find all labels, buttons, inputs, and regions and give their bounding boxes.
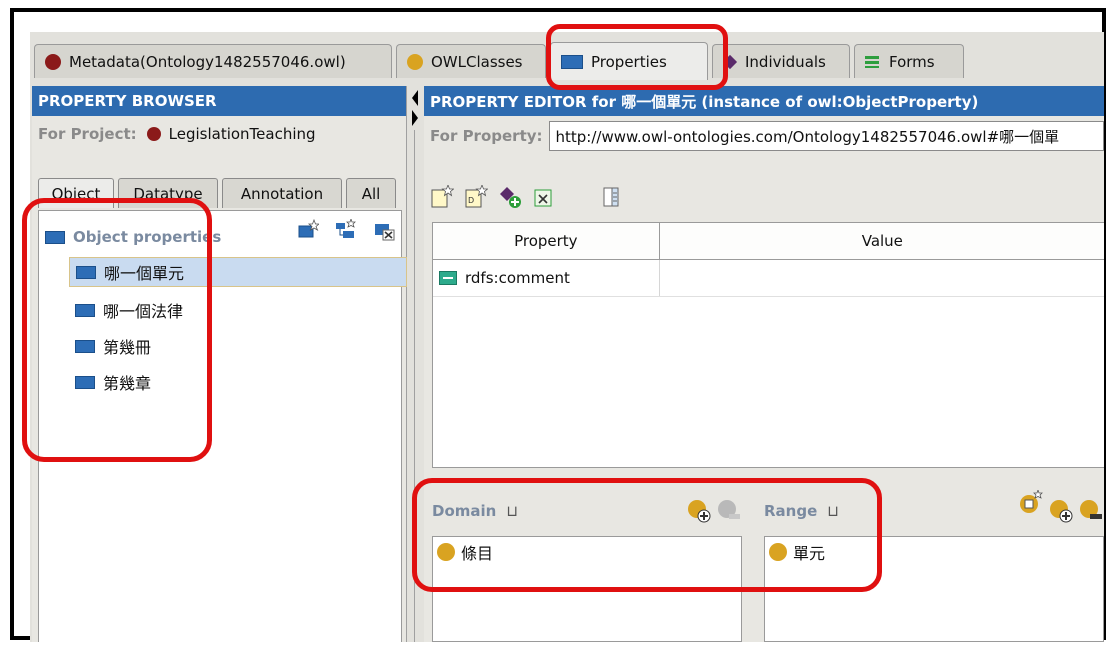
table-row[interactable]: rdfs:comment xyxy=(433,260,1104,297)
create-range-class-icon[interactable] xyxy=(1018,488,1044,520)
create-property-icon[interactable] xyxy=(297,218,321,241)
property-value-table: Property Value rdfs:comment xyxy=(432,222,1104,468)
row-property-name: rdfs:comment xyxy=(465,269,570,287)
subtab-annotation-label: Annotation xyxy=(240,184,324,203)
table-cell-value[interactable] xyxy=(660,260,1104,296)
project-icon xyxy=(146,127,161,141)
table-cell-property: rdfs:comment xyxy=(433,260,660,296)
project-label: For Project: xyxy=(38,125,137,143)
column-header-label: Property xyxy=(514,232,578,250)
forms-icon xyxy=(865,55,879,68)
add-range-icon[interactable] xyxy=(1048,498,1074,528)
highlight-object-properties xyxy=(22,198,212,462)
new-datatype-property-icon[interactable]: D xyxy=(464,183,489,208)
collapse-left-icon xyxy=(412,90,418,106)
remove-range-icon[interactable] xyxy=(1078,498,1104,528)
annotation-property-icon xyxy=(439,271,457,285)
maroon-circle-icon xyxy=(45,53,61,70)
tab-owlclasses-label: OWLClasses xyxy=(431,52,523,71)
yellow-circle-icon xyxy=(407,53,423,70)
remove-value-icon[interactable] xyxy=(532,185,554,207)
tab-metadata[interactable]: Metadata(Ontology1482557046.owl) xyxy=(34,44,392,78)
column-header-value[interactable]: Value xyxy=(660,223,1104,259)
list-toolbar xyxy=(297,217,395,241)
collapse-right-icon xyxy=(412,110,418,126)
property-url-field[interactable]: http://www.owl-ontologies.com/Ontology14… xyxy=(548,121,1104,151)
property-row: For Property: http://www.owl-ontologies.… xyxy=(424,116,1104,156)
property-label: For Property: xyxy=(430,127,543,145)
project-name: LegislationTeaching xyxy=(168,125,316,143)
subtab-annotation[interactable]: Annotation xyxy=(222,178,342,208)
new-property-icon[interactable] xyxy=(430,183,455,208)
column-header-property[interactable]: Property xyxy=(433,223,660,259)
property-editor-title: PROPERTY EDITOR for 哪一個單元 (instance of o… xyxy=(424,86,1104,116)
delete-property-icon[interactable] xyxy=(373,219,395,241)
tab-owlclasses[interactable]: OWLClasses xyxy=(396,44,546,78)
subtab-all-label: All xyxy=(361,184,381,203)
view-toggle-icon[interactable] xyxy=(600,185,622,207)
tab-individuals[interactable]: Individuals xyxy=(712,44,850,78)
svg-text:D: D xyxy=(468,196,474,205)
property-browser-title: PROPERTY BROWSER xyxy=(32,86,406,116)
add-value-icon[interactable] xyxy=(498,185,521,208)
column-header-label: Value xyxy=(861,232,903,250)
editor-toolbar: D xyxy=(430,178,622,214)
tab-individuals-label: Individuals xyxy=(745,52,826,71)
project-row: For Project: LegislationTeaching xyxy=(32,116,406,152)
create-subproperty-icon[interactable] xyxy=(335,217,357,241)
highlight-domain-range xyxy=(412,478,882,592)
property-url-text: http://www.owl-ontologies.com/Ontology14… xyxy=(555,127,1060,146)
tab-forms-label: Forms xyxy=(889,52,935,71)
highlight-properties-tab xyxy=(546,24,728,90)
tab-forms[interactable]: Forms xyxy=(854,44,964,78)
subtab-all[interactable]: All xyxy=(346,178,396,208)
table-header: Property Value xyxy=(433,223,1104,260)
tab-metadata-label: Metadata(Ontology1482557046.owl) xyxy=(69,52,346,71)
